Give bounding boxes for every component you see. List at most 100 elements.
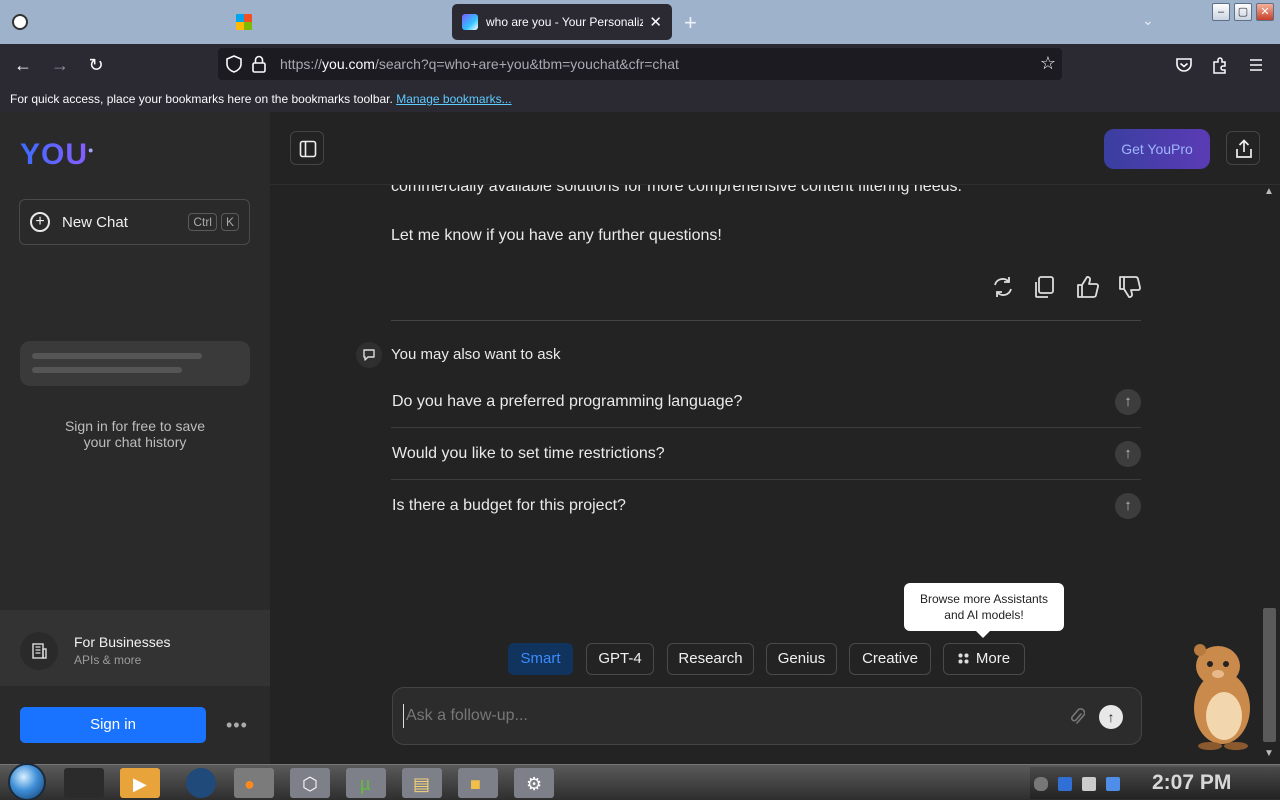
follow-up-composer: ↑ [392,687,1142,745]
plus-circle-icon: + [30,212,50,232]
logo-mark-icon: ● [88,145,95,155]
url-text[interactable]: https://you.com/search?q=who+are+you&tbm… [280,56,679,72]
close-tab-icon[interactable]: ✕ [649,13,662,31]
chat-history-placeholder [20,341,250,386]
browser-tab-active[interactable]: who are you - Your Personalized ✕ [452,4,672,40]
forward-arrow-icon[interactable]: → [49,54,71,76]
mode-more-button[interactable]: More [943,643,1025,675]
tooltip-line-1: Browse more Assistants [919,592,1049,606]
minimize-window-icon[interactable]: – [1212,3,1230,21]
new-chat-label: New Chat [62,213,128,231]
business-title: For Businesses [74,634,171,650]
get-youpro-button[interactable]: Get YouPro [1104,129,1210,169]
close-window-icon[interactable]: ✕ [1256,3,1274,21]
business-subtitle: APIs & more [74,653,142,667]
url-domain: you.com [322,56,375,72]
taskbar-app-steam-icon[interactable]: ⚙ [514,768,554,798]
more-options-icon[interactable]: ••• [226,715,248,736]
taskbar-app-file-explorer-icon[interactable]: ▤ [402,768,442,798]
send-arrow-icon[interactable]: ↑ [1099,705,1123,729]
taskbar-clock[interactable]: 2:07 PM [1152,771,1231,795]
section-divider [391,320,1141,321]
chat-main: commercially available solutions for mor… [270,112,1280,764]
suggested-question-text: Is there a budget for this project? [392,497,626,514]
building-icon [20,632,58,670]
tray-monitor-icon[interactable] [1082,777,1096,791]
suggested-question-text: Do you have a preferred programming lang… [392,393,743,410]
bookmark-star-icon[interactable]: ☆ [1040,53,1056,74]
hamster-mascot-icon[interactable] [1180,640,1260,750]
signin-note: Sign in for free to save your chat histo… [20,418,250,450]
taskbar-app-firefox-icon[interactable]: ● [234,768,274,798]
for-businesses-link[interactable]: For Businesses APIs & more [0,610,270,686]
tray-volume-icon[interactable] [1106,777,1120,791]
browser-tab-2[interactable] [226,4,448,40]
microsoft-favicon-icon [236,14,252,30]
extensions-puzzle-icon[interactable] [1209,54,1231,76]
shortcut-key-ctrl: Ctrl [188,213,217,231]
logo-text: YOU [20,138,89,171]
url-path: /search?q=who+are+you&tbm=youchat&cfr=ch… [374,56,679,72]
taskbar-app-virtualbox-icon[interactable]: ⬡ [290,768,330,798]
mode-research-button[interactable]: Research [667,643,754,675]
new-chat-button[interactable]: + New Chat Ctrl K [19,199,250,245]
suggested-question-text: Would you like to set time restrictions? [392,445,665,462]
sidebar-panel-icon [299,140,317,158]
reload-icon[interactable]: ↻ [85,54,107,76]
scrollbar-thumb[interactable] [1263,608,1276,742]
manage-bookmarks-link[interactable]: Manage bookmarks... [396,92,511,106]
taskbar-app-game-box-icon[interactable]: ■ [458,768,498,798]
chat-top-bar: Get YouPro [270,112,1280,185]
taskbar-app-media-player-icon[interactable]: ▶ [120,768,160,798]
os-taskbar: ▶ ● ⬡ µ ▤ ■ ⚙ 2:07 PM [0,763,1280,800]
sidebar: YOU● + New Chat Ctrl K Sign in for free … [0,112,270,764]
tracking-shield-icon[interactable] [226,55,242,73]
new-tab-icon[interactable]: + [684,10,697,36]
copy-icon[interactable] [1031,274,1057,300]
more-models-tooltip: Browse more Assistants and AI models! [904,583,1064,638]
paperclip-icon[interactable] [1069,706,1085,726]
follow-up-input[interactable] [403,704,1043,728]
shortcut-key-k: K [220,213,239,231]
scroll-up-arrow-icon[interactable]: ▲ [1264,186,1274,197]
share-button[interactable] [1226,131,1260,165]
answer-actions [988,274,1144,300]
tray-shield-icon[interactable] [1058,777,1072,791]
suggested-question[interactable]: Do you have a preferred programming lang… [391,376,1141,428]
browser-tab-strip: who are you - Your Personalized ✕ + ⌄ – … [0,0,1280,44]
suggested-question[interactable]: Would you like to set time restrictions?… [391,428,1141,480]
maximize-window-icon[interactable]: ▢ [1234,3,1252,21]
pocket-icon[interactable] [1173,54,1195,76]
mode-genius-button[interactable]: Genius [766,643,837,675]
thumbs-down-icon[interactable] [1117,274,1143,300]
mode-smart-button[interactable]: Smart [508,643,573,675]
mode-more-label: More [975,650,1011,667]
list-tabs-chevron-icon[interactable]: ⌄ [1142,12,1154,29]
toggle-sidebar-button[interactable] [290,131,324,165]
bookmarks-toolbar: For quick access, place your bookmarks h… [0,86,1280,112]
arrow-up-icon[interactable]: ↑ [1115,389,1141,415]
start-button-icon[interactable] [8,763,46,800]
taskbar-app-terminal-icon[interactable] [64,768,104,798]
hamburger-menu-icon[interactable] [1245,54,1267,76]
thumbs-up-icon[interactable] [1075,274,1101,300]
arrow-up-icon[interactable]: ↑ [1115,441,1141,467]
mode-creative-button[interactable]: Creative [849,643,931,675]
regenerate-icon[interactable] [990,274,1016,300]
browser-nav-bar: ← → ↻ https://you.com/search?q=who+are+y… [0,44,1280,86]
taskbar-app-utorrent-icon[interactable]: µ [346,768,386,798]
you-logo[interactable]: YOU● [20,138,94,172]
address-bar[interactable]: https://you.com/search?q=who+are+you&tbm… [218,48,1062,80]
taskbar-app-globe-icon[interactable] [186,768,216,798]
tray-gamepad-icon[interactable] [1034,777,1048,791]
sign-in-button[interactable]: Sign in [20,707,206,743]
suggested-question[interactable]: Is there a budget for this project? ↑ [391,480,1141,532]
back-arrow-icon[interactable]: ← [12,54,34,76]
url-prefix: https:// [280,56,323,72]
lock-icon[interactable] [252,55,266,73]
mode-gpt4-button[interactable]: GPT-4 [586,643,654,675]
arrow-up-icon[interactable]: ↑ [1115,493,1141,519]
tab-title: who are you - Your Personalized [486,15,644,29]
browser-tab-1[interactable] [2,4,222,40]
scroll-down-arrow-icon[interactable]: ▼ [1264,748,1274,759]
